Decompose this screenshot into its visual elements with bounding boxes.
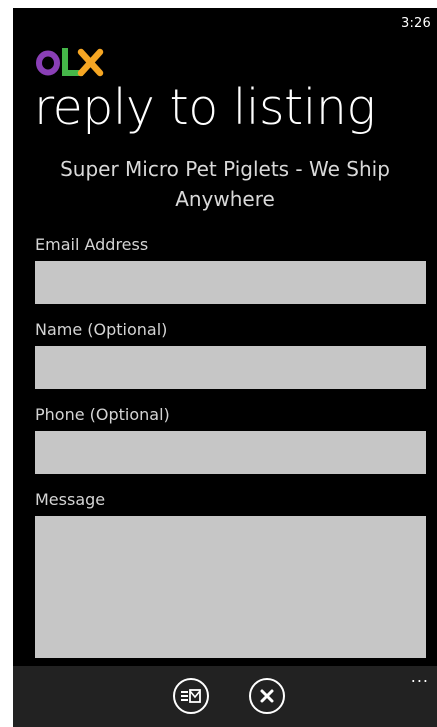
page-title: reply to listing xyxy=(34,79,376,136)
olx-logo xyxy=(36,48,104,77)
name-label: Name (Optional) xyxy=(35,320,168,339)
send-message-icon xyxy=(181,689,201,703)
message-field[interactable] xyxy=(35,516,426,658)
send-button[interactable] xyxy=(173,678,209,714)
app-bar: ... xyxy=(13,666,437,727)
status-time: 3:26 xyxy=(401,16,431,31)
cancel-button[interactable] xyxy=(249,678,285,714)
more-menu-button[interactable]: ... xyxy=(411,669,429,685)
email-field[interactable] xyxy=(35,261,426,304)
email-label: Email Address xyxy=(35,235,149,254)
listing-title: Super Micro Pet Piglets - We Ship Anywhe… xyxy=(60,157,390,211)
name-field[interactable] xyxy=(35,346,426,389)
phone-screen: 3:26 reply to listing Super Micro Pet Pi… xyxy=(13,8,437,727)
close-icon xyxy=(260,689,274,703)
phone-field[interactable] xyxy=(35,431,426,474)
phone-label: Phone (Optional) xyxy=(35,405,170,424)
message-label: Message xyxy=(35,490,106,509)
